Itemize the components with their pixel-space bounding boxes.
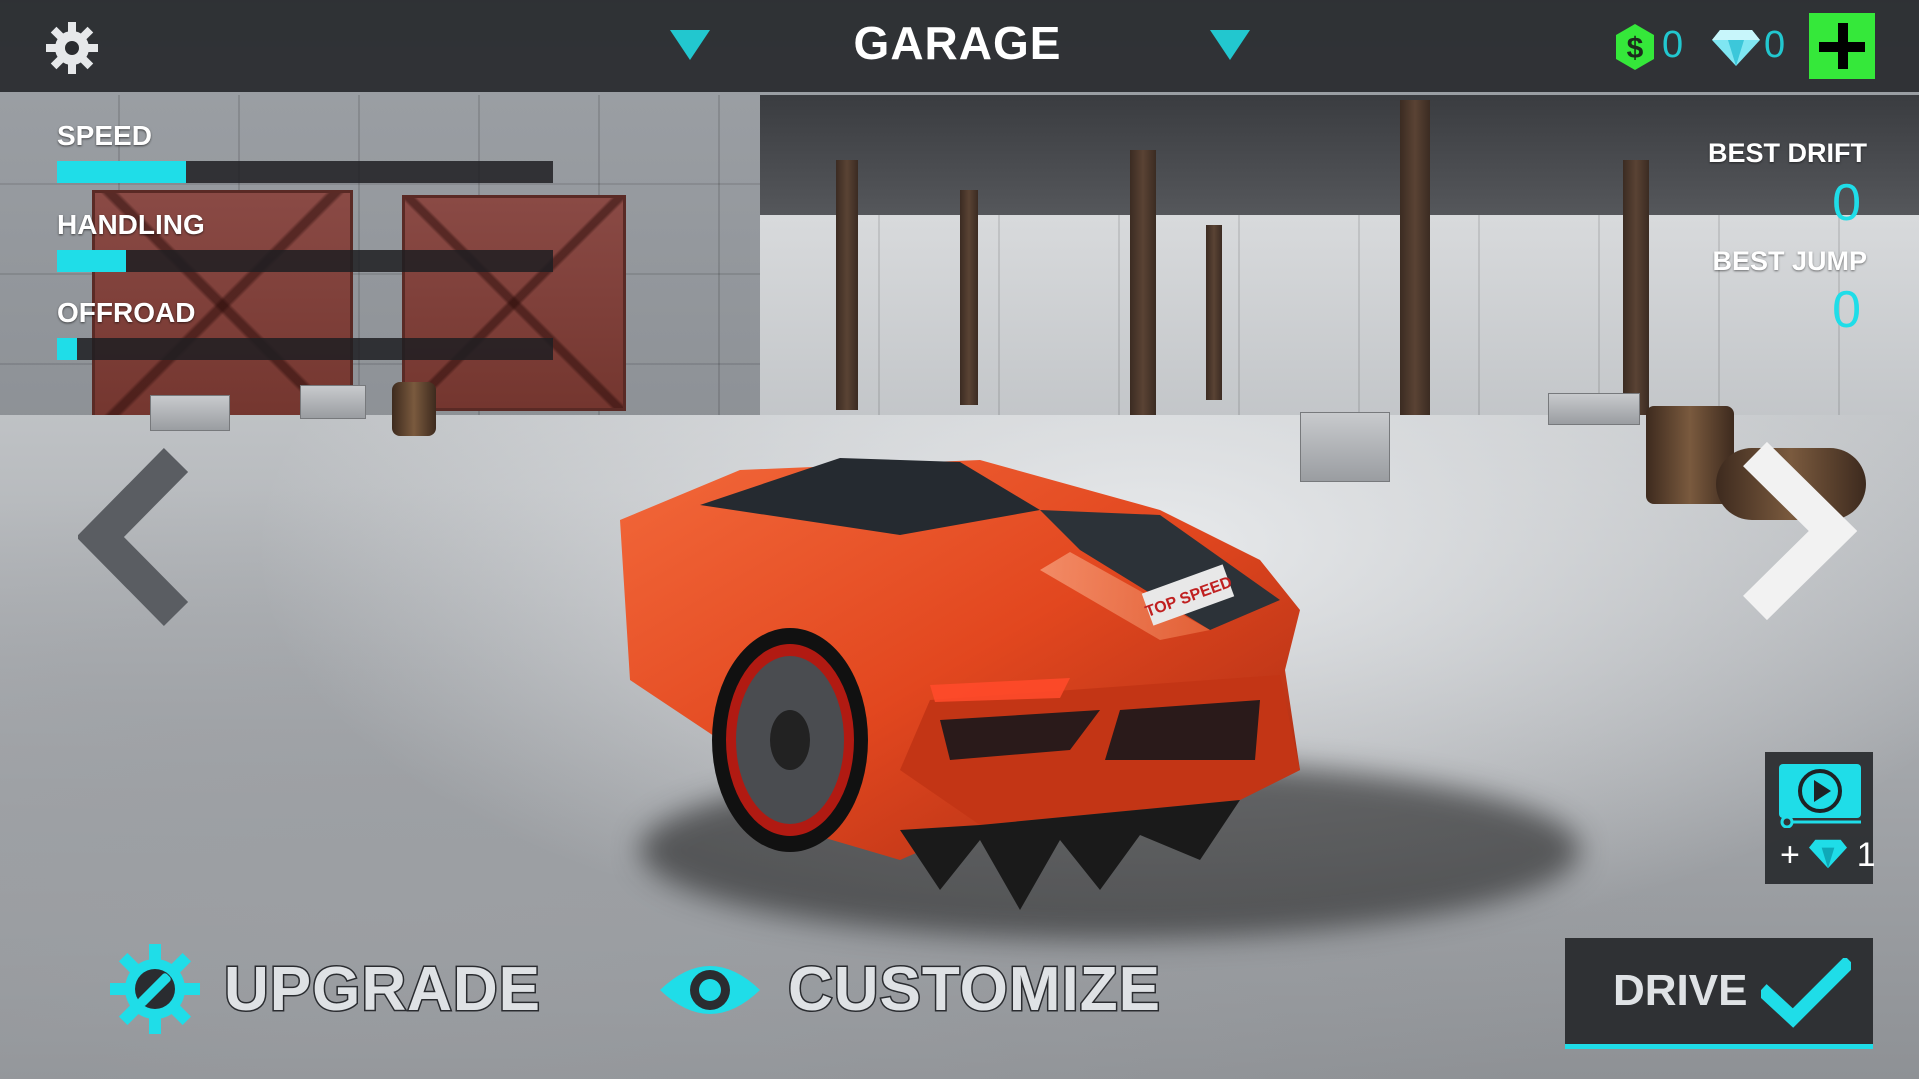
customize-eye-icon (660, 966, 760, 1014)
drive-button[interactable]: DRIVE (1565, 938, 1873, 1049)
sports-car: TOP SPEED (620, 458, 1300, 910)
next-car-arrow-icon[interactable] (1735, 442, 1857, 620)
best-drift-label: BEST DRIFT (1708, 138, 1867, 168)
stat-bar-speed (57, 161, 553, 183)
customize-label: CUSTOMIZE (787, 954, 1162, 1026)
previous-car-arrow-icon[interactable] (78, 448, 194, 626)
video-reward-amount: + 1 (1780, 836, 1876, 875)
reward-plus: + (1780, 836, 1800, 874)
support-beam (1206, 225, 1222, 400)
stat-label-offroad: OFFROAD (57, 297, 196, 328)
support-beam (1623, 160, 1649, 420)
svg-text:$: $ (1627, 32, 1644, 65)
checkmark-icon (1761, 958, 1851, 1028)
support-beam (960, 190, 978, 405)
stat-bar-offroad (57, 338, 553, 360)
stat-fill (57, 161, 186, 183)
stat-fill (57, 338, 77, 360)
cash-icon: $ (1616, 24, 1654, 70)
reward-diamond-icon (1809, 839, 1848, 869)
video-play-icon (1779, 764, 1861, 828)
stat-bar-handling (57, 250, 553, 272)
cash-amount: 0 (1662, 24, 1684, 66)
crate-stack (1548, 393, 1640, 425)
add-currency-button[interactable] (1809, 13, 1875, 79)
crate-stack (150, 395, 230, 431)
garage-door-right (402, 195, 626, 411)
reward-value: 1 (1856, 836, 1876, 874)
support-beam (1130, 150, 1156, 415)
garage-right-wall (760, 215, 1919, 415)
next-garage-arrow-icon[interactable] (1210, 30, 1250, 60)
best-jump-label: BEST JUMP (1712, 246, 1867, 276)
stat-label-speed: SPEED (57, 120, 152, 151)
diamond-icon (1712, 30, 1760, 66)
support-beam (1400, 100, 1430, 440)
diamond-amount: 0 (1764, 24, 1786, 66)
settings-gear-icon[interactable] (44, 20, 100, 76)
crate-stack (300, 385, 366, 419)
drive-label: DRIVE (1613, 966, 1748, 1015)
stat-fill (57, 250, 127, 272)
support-beam (836, 160, 858, 410)
barrel (392, 382, 436, 436)
upgrade-wrench-gear-icon (110, 944, 200, 1034)
top-bar: GARAGE $ 0 0 (0, 0, 1919, 95)
upgrade-button[interactable]: UPGRADE (108, 940, 542, 1040)
best-jump-value: 0 (1832, 281, 1861, 339)
upgrade-label: UPGRADE (222, 954, 542, 1026)
stat-label-handling: HANDLING (57, 209, 205, 240)
page-title: GARAGE (853, 17, 1062, 69)
prev-garage-arrow-icon[interactable] (670, 30, 710, 60)
best-drift-value: 0 (1832, 174, 1861, 232)
customize-button[interactable]: CUSTOMIZE (658, 940, 1168, 1040)
